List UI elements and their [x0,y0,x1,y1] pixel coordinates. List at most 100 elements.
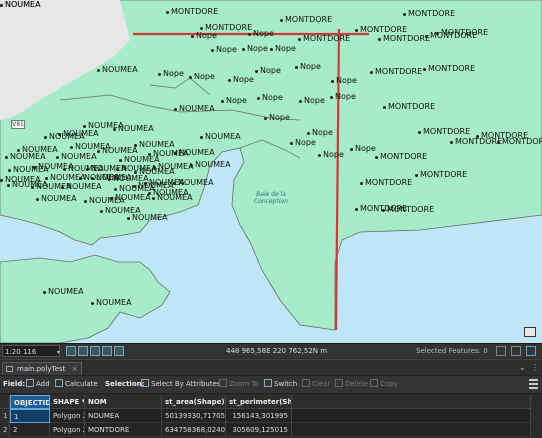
column-header-shape[interactable]: SHAPE * [50,395,85,409]
add-field-button[interactable]: Add [26,376,50,393]
map-point[interactable] [100,210,103,213]
map-point[interactable] [476,135,479,138]
cell-nom[interactable]: MONTDORE [85,423,162,437]
map-point[interactable] [418,131,421,134]
cell-shape[interactable]: Polygon Z [50,423,85,437]
map-point[interactable] [0,179,3,182]
map-point[interactable] [382,209,385,212]
grid-view-icon[interactable] [78,346,88,356]
select-by-attributes-button[interactable]: Select By Attributes [141,376,221,393]
map-point[interactable] [114,188,117,191]
map-point[interactable] [200,136,203,139]
map-point[interactable] [270,48,273,51]
map-point[interactable] [152,197,155,200]
map-point[interactable] [330,96,333,99]
cell-st-perimeter[interactable]: 305609,125015 [226,423,292,437]
row-number[interactable]: 1 [0,409,10,423]
hamburger-menu-icon[interactable] [529,379,538,389]
cell-st-area[interactable]: 634758368,02405 [162,423,226,437]
navigate-icon[interactable] [102,346,112,356]
switch-selection-button[interactable]: Switch [264,376,297,393]
cell-nom[interactable]: NOUMEA [85,409,162,423]
map-point[interactable] [264,117,267,120]
row-number[interactable]: 2 [0,423,10,437]
map-point[interactable] [221,100,224,103]
map-point[interactable] [189,76,192,79]
map-point[interactable] [97,150,100,153]
map-point[interactable] [355,29,358,32]
overflow-icon[interactable]: ⋮ [531,363,539,372]
map-point[interactable] [134,171,137,174]
map-point[interactable] [174,108,177,111]
map-point[interactable] [91,302,94,305]
map-point[interactable] [436,32,439,35]
map-point[interactable] [116,168,119,171]
map-point[interactable] [191,35,194,38]
map-point[interactable] [17,149,20,152]
map-point[interactable] [133,185,136,188]
cell-st-area[interactable]: 50139330,717054 [162,409,226,423]
cell-shape[interactable]: Polygon Z [50,409,85,423]
tab-main-polytest[interactable]: main.polyTest × [2,362,83,375]
map-point[interactable] [63,168,66,171]
map-point[interactable] [403,13,406,16]
scale-selector[interactable]: 1:20 116 ▾ [2,345,60,357]
vertical-scrollbar[interactable] [530,395,542,438]
map-point[interactable] [497,141,500,144]
map-point[interactable] [166,11,169,14]
cell-objectid[interactable]: 2 [10,423,50,437]
map-point[interactable] [0,4,3,7]
map-point[interactable] [86,168,89,171]
map-point[interactable] [8,169,11,172]
map-point[interactable] [113,128,116,131]
map-point[interactable] [119,159,122,162]
map-point[interactable] [110,197,113,200]
calculate-field-button[interactable]: Calculate [55,376,98,393]
table-row[interactable]: 2 2 Polygon Z MONTDORE 634758368,02405 3… [0,423,542,437]
column-header-st-perimeter[interactable]: st_perimeter(Shape) [226,395,292,409]
map-point[interactable] [134,144,137,147]
map-point[interactable] [383,106,386,109]
column-header-nom[interactable]: NOM [85,395,162,409]
column-header-st-area[interactable]: st_area(Shape) [162,395,226,409]
close-icon[interactable]: × [72,365,78,373]
map-point[interactable] [79,177,82,180]
chevron-down-icon[interactable]: ▾ [57,346,60,359]
map-point[interactable] [350,148,353,151]
map-point[interactable] [36,198,39,201]
sync-refresh-icon[interactable] [526,346,536,356]
delete-button[interactable]: Delete [335,376,368,393]
map-point[interactable] [174,152,177,155]
map-point[interactable] [375,156,378,159]
attribute-table-icon[interactable] [524,327,536,337]
map-point[interactable] [228,79,231,82]
sync-icon[interactable] [114,346,124,356]
map-point[interactable] [61,186,64,189]
map-point[interactable] [200,27,203,30]
map-view[interactable]: V81 Baie de la Conception MONTDORE MONTDO… [0,0,542,343]
clear-selection-button[interactable]: Clear [302,376,330,393]
table-row[interactable]: 1 1 Polygon Z NOUMEA 50139330,717054 156… [0,409,542,423]
map-point[interactable] [45,177,48,180]
map-point[interactable] [290,142,293,145]
map-point[interactable] [242,48,245,51]
map-point[interactable] [5,156,8,159]
map-point[interactable] [44,136,47,139]
map-point[interactable] [127,217,130,220]
map-point[interactable] [70,146,73,149]
map-point[interactable] [97,69,100,72]
map-point[interactable] [370,71,373,74]
map-point[interactable] [295,66,298,69]
pan-icon[interactable] [90,346,100,356]
map-point[interactable] [307,132,310,135]
map-point[interactable] [83,125,86,128]
column-header-objectid[interactable]: OBJECTID * [10,395,50,409]
chevron-down-icon[interactable]: ⌄ [519,363,526,372]
copy-button[interactable]: Copy [370,376,398,393]
map-point[interactable] [148,192,151,195]
map-point[interactable] [43,291,46,294]
pause-icon[interactable] [511,346,521,356]
map-point[interactable] [378,38,381,41]
zoom-to-button[interactable]: Zoom To [219,376,259,393]
map-point[interactable] [355,208,358,211]
